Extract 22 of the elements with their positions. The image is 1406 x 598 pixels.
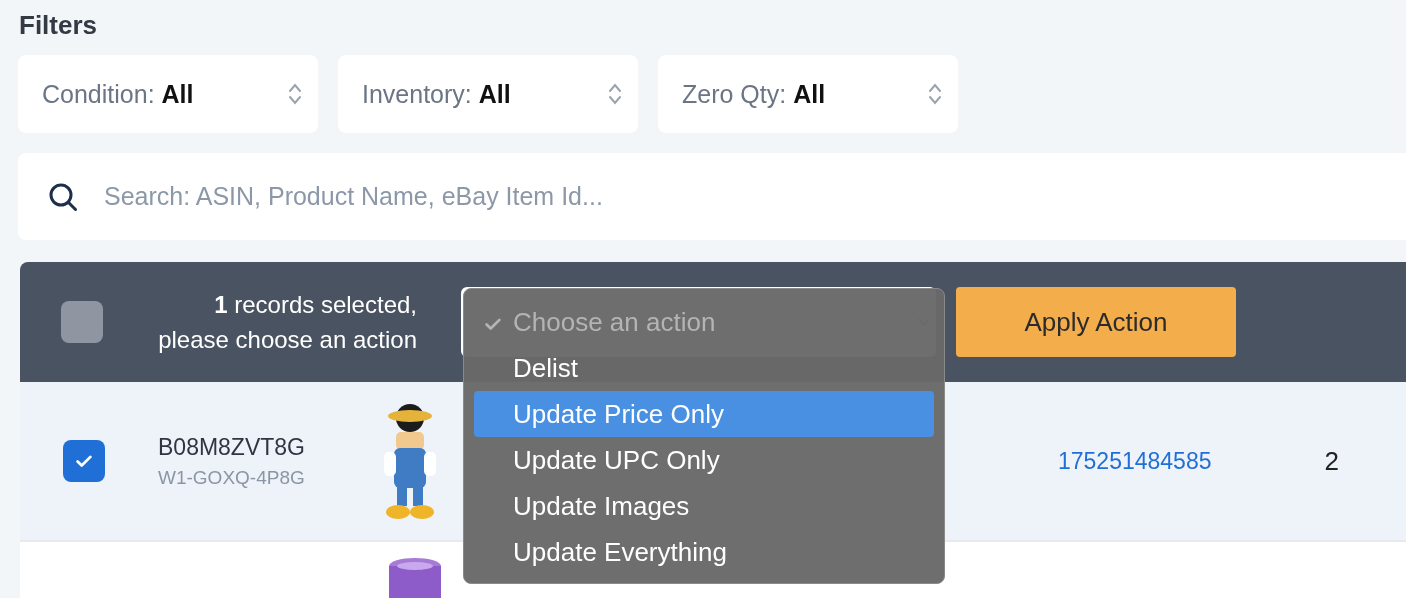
sort-arrows-icon [288, 81, 302, 107]
row-checkbox[interactable] [63, 440, 105, 482]
filter-select[interactable]: Inventory: All [338, 55, 638, 133]
sort-arrows-icon [608, 81, 622, 107]
menu-option[interactable]: Update Price Only [474, 391, 934, 437]
selection-message: 1 records selected, please choose an action [157, 290, 417, 355]
menu-option[interactable]: Update Images [474, 483, 934, 529]
filter-select[interactable]: Condition: All [18, 55, 318, 133]
search-field[interactable]: Search: ASIN, Product Name, eBay Item Id... [102, 181, 1006, 212]
sort-arrows-icon [928, 81, 942, 107]
menu-option[interactable]: Update UPC Only [474, 437, 934, 483]
asin-text: B08M8ZVT8G [158, 433, 306, 461]
search-icon [48, 181, 78, 212]
ebay-item-link[interactable]: 175251484585 [1058, 447, 1212, 475]
sku-text: W1-GOXQ-4P8G [158, 466, 306, 489]
select-all-checkbox[interactable] [61, 301, 103, 343]
menu-option[interactable]: Delist [474, 345, 934, 391]
apply-action-button[interactable]: Apply Action [956, 287, 1236, 357]
menu-option[interactable]: Update Everything [474, 529, 934, 575]
section-title: Filters [19, 10, 99, 41]
table-cell: 2 [1324, 445, 1339, 477]
filter-select[interactable]: Zero Qty: All [658, 55, 958, 133]
